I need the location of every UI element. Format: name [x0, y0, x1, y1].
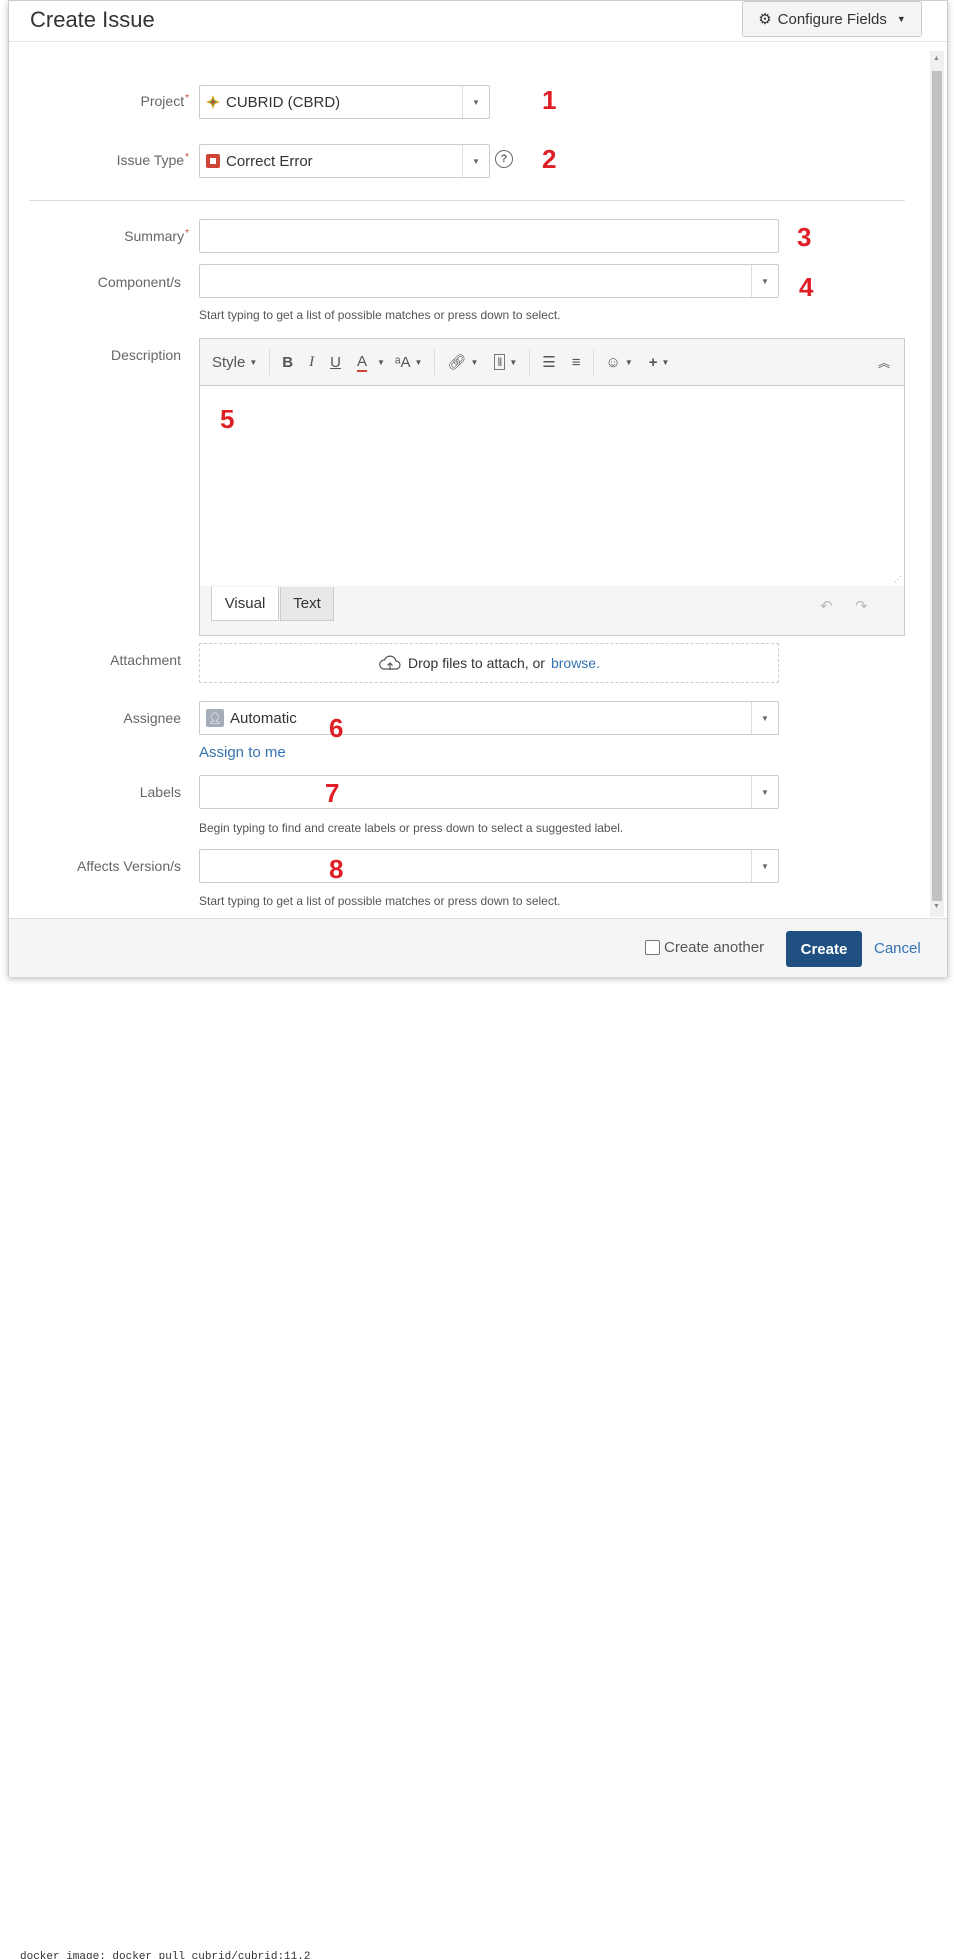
annotation-marker-1: 1	[542, 85, 557, 115]
issue-type-value: Correct Error	[226, 152, 313, 170]
paperclip-icon: ‖	[494, 354, 506, 370]
browse-link[interactable]: browse.	[551, 655, 600, 671]
project-logo-icon	[206, 95, 220, 109]
user-avatar-icon: 👤︎	[206, 709, 224, 727]
text-color-button[interactable]: A	[349, 339, 375, 385]
create-another-label: Create another	[664, 939, 765, 956]
insert-more-button[interactable]: + ▼	[641, 339, 678, 385]
background-text: docker image: docker pull cubrid/cubrid:…	[20, 1951, 311, 1959]
chevron-down-icon: ▼	[462, 86, 489, 118]
summary-label: Summary*	[124, 228, 189, 244]
scroll-up-icon[interactable]: ▲	[933, 55, 940, 62]
annotation-marker-7: 7	[325, 778, 340, 808]
cancel-link[interactable]: Cancel	[874, 940, 921, 957]
affects-versions-label: Affects Version/s	[76, 858, 181, 874]
plus-icon: +	[648, 353, 658, 371]
chevron-down-icon: ▼	[462, 145, 489, 177]
configure-fields-label: Configure Fields	[777, 10, 887, 28]
labels-label: Labels	[139, 784, 181, 800]
scrollbar-thumb[interactable]	[932, 71, 942, 901]
labels-select[interactable]: ▼	[199, 775, 779, 809]
create-issue-dialog: Create Issue ⚙ Configure Fields ▼ Projec…	[8, 0, 948, 977]
tab-text[interactable]: Text	[280, 587, 334, 621]
checkbox-box[interactable]	[645, 940, 660, 955]
assignee-select[interactable]: 👤︎ Automatic ▼	[199, 701, 779, 735]
vertical-scrollbar[interactable]: ▲ ▼	[930, 51, 944, 917]
create-another-checkbox[interactable]: Create another	[645, 939, 764, 956]
summary-input[interactable]	[199, 219, 779, 253]
affects-versions-select[interactable]: ▼	[199, 849, 779, 883]
description-editor[interactable]: Style ▼ B I U A ▼ ᵃA ▼ 🔗︎ ▼ ‖ ▼ ☰ ≡ ☺ ▼ + ▼ ︽ …	[199, 338, 905, 636]
text-color-dropdown[interactable]: ▼	[375, 339, 387, 385]
link-button[interactable]: 🔗︎ ▼	[439, 339, 486, 385]
create-button[interactable]: Create	[786, 931, 862, 967]
text-size-dropdown[interactable]: ᵃA ▼	[387, 339, 431, 385]
toolbar-separator	[434, 349, 436, 375]
smiley-icon: ☺	[605, 353, 621, 371]
components-label: Component/s	[97, 274, 181, 290]
assignee-value: Automatic	[230, 709, 297, 727]
section-divider	[29, 200, 905, 201]
dialog-title: Create Issue	[30, 7, 155, 32]
attachment-dropzone[interactable]: Drop files to attach, or browse.	[199, 643, 779, 683]
project-label: Project*	[140, 93, 189, 109]
issue-type-label: Issue Type*	[116, 152, 189, 168]
configure-fields-button[interactable]: ⚙ Configure Fields ▼	[742, 1, 922, 37]
chevron-down-icon: ▼	[896, 14, 906, 24]
assign-to-me-link[interactable]: Assign to me	[199, 744, 286, 761]
emoticon-button[interactable]: ☺ ▼	[598, 339, 641, 385]
chevron-down-icon: ▼	[751, 776, 778, 808]
annotation-marker-3: 3	[797, 222, 812, 252]
annotation-marker-6: 6	[329, 713, 344, 743]
description-label: Description	[110, 347, 181, 363]
toolbar-separator	[529, 349, 531, 375]
issue-type-select[interactable]: Correct Error ▼	[199, 144, 490, 178]
chevron-down-icon: ▼	[751, 850, 778, 882]
undo-icon[interactable]: ↶	[820, 597, 833, 615]
scroll-down-icon[interactable]: ▼	[933, 903, 940, 910]
components-hint: Start typing to get a list of possible m…	[199, 308, 561, 322]
dialog-header: Create Issue ⚙ Configure Fields ▼	[9, 1, 947, 42]
italic-button[interactable]: I	[301, 339, 322, 385]
issue-type-icon	[206, 154, 220, 168]
collapse-toolbar-icon[interactable]: ︽	[870, 339, 904, 385]
link-icon: 🔗︎	[447, 354, 467, 371]
components-select[interactable]: ▼	[199, 264, 779, 298]
resize-handle-icon[interactable]: ⋰	[894, 575, 902, 584]
numbered-list-icon: ≡	[571, 353, 581, 371]
gear-icon: ⚙	[758, 11, 772, 28]
bullet-list-icon: ☰	[542, 354, 556, 371]
project-select[interactable]: CUBRID (CBRD) ▼	[199, 85, 490, 119]
attachment-button[interactable]: ‖ ▼	[486, 339, 525, 385]
description-textarea[interactable]: 5 ⋰	[200, 386, 904, 586]
bullet-list-button[interactable]: ☰	[534, 339, 563, 385]
editor-footer: Visual Text ↶ ↷	[200, 587, 904, 635]
dialog-footer: Create another Create Cancel	[9, 918, 947, 977]
drop-files-text: Drop files to attach, or	[408, 655, 545, 671]
help-icon[interactable]: ?	[495, 150, 513, 168]
toolbar-separator	[269, 349, 271, 375]
style-dropdown[interactable]: Style ▼	[200, 339, 265, 385]
bold-button[interactable]: B	[274, 339, 301, 385]
annotation-marker-4: 4	[799, 272, 814, 302]
chevron-down-icon: ▼	[751, 265, 778, 297]
annotation-marker-5: 5	[220, 404, 235, 434]
labels-hint: Begin typing to find and create labels o…	[199, 821, 624, 835]
tab-visual[interactable]: Visual	[211, 587, 279, 621]
toolbar-separator	[592, 349, 594, 375]
numbered-list-button[interactable]: ≡	[564, 339, 589, 385]
affects-versions-hint: Start typing to get a list of possible m…	[199, 894, 561, 908]
editor-toolbar: Style ▼ B I U A ▼ ᵃA ▼ 🔗︎ ▼ ‖ ▼ ☰ ≡ ☺ ▼ + ▼ ︽	[200, 339, 904, 386]
annotation-marker-2: 2	[542, 144, 557, 174]
assignee-label: Assignee	[123, 710, 181, 726]
annotation-marker-8: 8	[329, 854, 344, 884]
underline-button[interactable]: U	[322, 339, 349, 385]
chevron-down-icon: ▼	[751, 702, 778, 734]
project-value: CUBRID (CBRD)	[226, 93, 341, 111]
cloud-upload-icon	[379, 655, 401, 670]
redo-icon[interactable]: ↷	[855, 597, 868, 615]
attachment-label: Attachment	[110, 652, 181, 668]
